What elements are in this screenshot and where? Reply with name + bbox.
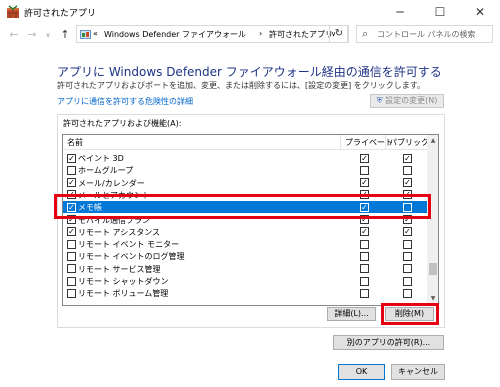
app-name-label: メール/カレンダー	[78, 178, 145, 188]
public-checkbox[interactable]	[403, 288, 412, 298]
public-checkbox[interactable]	[403, 251, 412, 261]
public-checkbox[interactable]: ✓	[403, 227, 412, 237]
app-enable-checkbox[interactable]	[67, 264, 76, 274]
app-enable-checkbox[interactable]: ✓	[67, 227, 76, 237]
breadcrumb-separator: ›	[259, 29, 263, 38]
app-enable-checkbox[interactable]	[67, 276, 76, 286]
firewall-app-icon	[7, 5, 19, 18]
list-item[interactable]: リモート サービス管理	[63, 263, 427, 275]
list-scrollbar[interactable]: ▲ ▼	[427, 135, 438, 305]
private-checkbox[interactable]	[360, 288, 369, 298]
app-name-label: リモート サービス管理	[78, 264, 161, 274]
app-name-label: ペイント 3D	[78, 154, 124, 163]
public-checkbox[interactable]	[403, 239, 412, 249]
allowed-apps-label: 許可されたアプリおよび機能(A):	[63, 119, 182, 128]
allowed-apps-list[interactable]: 名前 プライベート パブリック ✓ ペイント 3D ✓ ✓ ホームグループ ✓ メール/カレ…	[62, 134, 439, 306]
private-checkbox[interactable]	[360, 251, 369, 261]
page-description: 許可されたアプリおよびポートを追加、変更、または削除するには、[設定の変更] を…	[57, 81, 425, 90]
cancel-button[interactable]: キャンセル	[391, 364, 445, 380]
list-item[interactable]: ✓ メール/カレンダー ✓ ✓	[63, 177, 427, 189]
app-name-label: リモート シャットダウン	[78, 277, 169, 286]
private-checkbox[interactable]	[360, 165, 369, 175]
app-name-label: リモート イベントのログ管理	[78, 252, 185, 262]
list-item[interactable]: ✓ リモート アシスタンス ✓ ✓	[63, 226, 427, 238]
remove-button-highlight	[381, 303, 439, 325]
app-enable-checkbox[interactable]	[67, 239, 76, 249]
list-item[interactable]: ホームグループ	[63, 164, 427, 176]
app-enable-checkbox[interactable]: ✓	[67, 153, 76, 163]
refresh-button[interactable]: ↻	[329, 25, 349, 43]
list-item[interactable]: リモート イベント モニター	[63, 238, 427, 250]
public-checkbox[interactable]	[403, 276, 412, 286]
app-name-label: リモート ボリューム管理	[78, 289, 169, 299]
maximize-button[interactable]: ☐	[420, 0, 460, 24]
close-button[interactable]: ✕	[460, 0, 500, 24]
list-item[interactable]: リモート ボリューム管理	[63, 287, 427, 299]
breadcrumb-firewall[interactable]: Windows Defender ファイアウォール	[104, 29, 246, 40]
private-checkbox[interactable]	[360, 276, 369, 286]
list-item[interactable]: リモート シャットダウン	[63, 275, 427, 287]
details-button[interactable]: 詳細(L)...	[327, 307, 376, 321]
scroll-up-arrow-icon[interactable]: ▲	[427, 135, 438, 147]
app-enable-checkbox[interactable]	[67, 288, 76, 298]
app-enable-checkbox[interactable]	[67, 165, 76, 175]
allow-another-app-button[interactable]: 別のアプリの許可(R)...	[333, 335, 444, 350]
app-name-label: リモート アシスタンス	[78, 227, 161, 237]
breadcrumb-allowed-apps[interactable]: 許可されたアプリ	[269, 29, 333, 40]
private-checkbox[interactable]	[360, 264, 369, 274]
column-header-public[interactable]: パブリック	[389, 137, 429, 148]
back-arrow-icon[interactable]: ←	[6, 27, 22, 43]
address-overflow[interactable]: «	[93, 29, 98, 38]
public-checkbox[interactable]: ✓	[403, 153, 412, 163]
private-checkbox[interactable]	[360, 239, 369, 249]
control-panel-icon	[80, 30, 91, 39]
up-arrow-icon[interactable]: ↑	[57, 27, 73, 43]
public-checkbox[interactable]: ✓	[403, 178, 412, 188]
column-header-name[interactable]: 名前	[67, 137, 83, 148]
list-item[interactable]: リモート イベントのログ管理	[63, 250, 427, 262]
risk-info-link[interactable]: アプリに通信を許可する危険性の詳細	[57, 96, 193, 107]
search-box[interactable]: ⌕ コントロール パネルの検索	[356, 25, 493, 43]
page-title: アプリに Windows Defender ファイアウォール経由の通信を許可する	[57, 65, 442, 79]
selected-row-highlight	[54, 194, 431, 219]
window-title: 許可されたアプリ	[24, 9, 97, 19]
address-bar[interactable]: « Windows Defender ファイアウォール › 許可されたアプリ ∨	[76, 25, 348, 43]
minimize-button[interactable]: ─	[380, 0, 420, 24]
list-item[interactable]: ✓ ペイント 3D ✓ ✓	[63, 152, 427, 164]
private-checkbox[interactable]: ✓	[360, 178, 369, 188]
app-enable-checkbox[interactable]	[67, 251, 76, 261]
scroll-thumb[interactable]	[429, 263, 437, 275]
search-icon: ⌕	[362, 27, 369, 40]
search-input[interactable]: コントロール パネルの検索	[377, 29, 476, 40]
recent-dropdown-icon[interactable]: ∨	[40, 27, 56, 43]
private-checkbox[interactable]: ✓	[360, 153, 369, 163]
forward-arrow-icon[interactable]: →	[24, 27, 40, 43]
app-enable-checkbox[interactable]: ✓	[67, 178, 76, 188]
list-header: 名前 プライベート パブリック	[63, 135, 429, 150]
private-checkbox[interactable]: ✓	[360, 227, 369, 237]
change-settings-button[interactable]: ⛨ 設定の変更(N)	[370, 94, 444, 108]
public-checkbox[interactable]	[403, 165, 412, 175]
app-name-label: リモート イベント モニター	[78, 240, 180, 250]
public-checkbox[interactable]	[403, 264, 412, 274]
change-settings-label: 設定の変更(N)	[385, 96, 438, 105]
app-name-label: ホームグループ	[78, 166, 134, 176]
shield-icon: ⛨	[376, 96, 383, 105]
ok-button[interactable]: OK	[338, 364, 385, 380]
